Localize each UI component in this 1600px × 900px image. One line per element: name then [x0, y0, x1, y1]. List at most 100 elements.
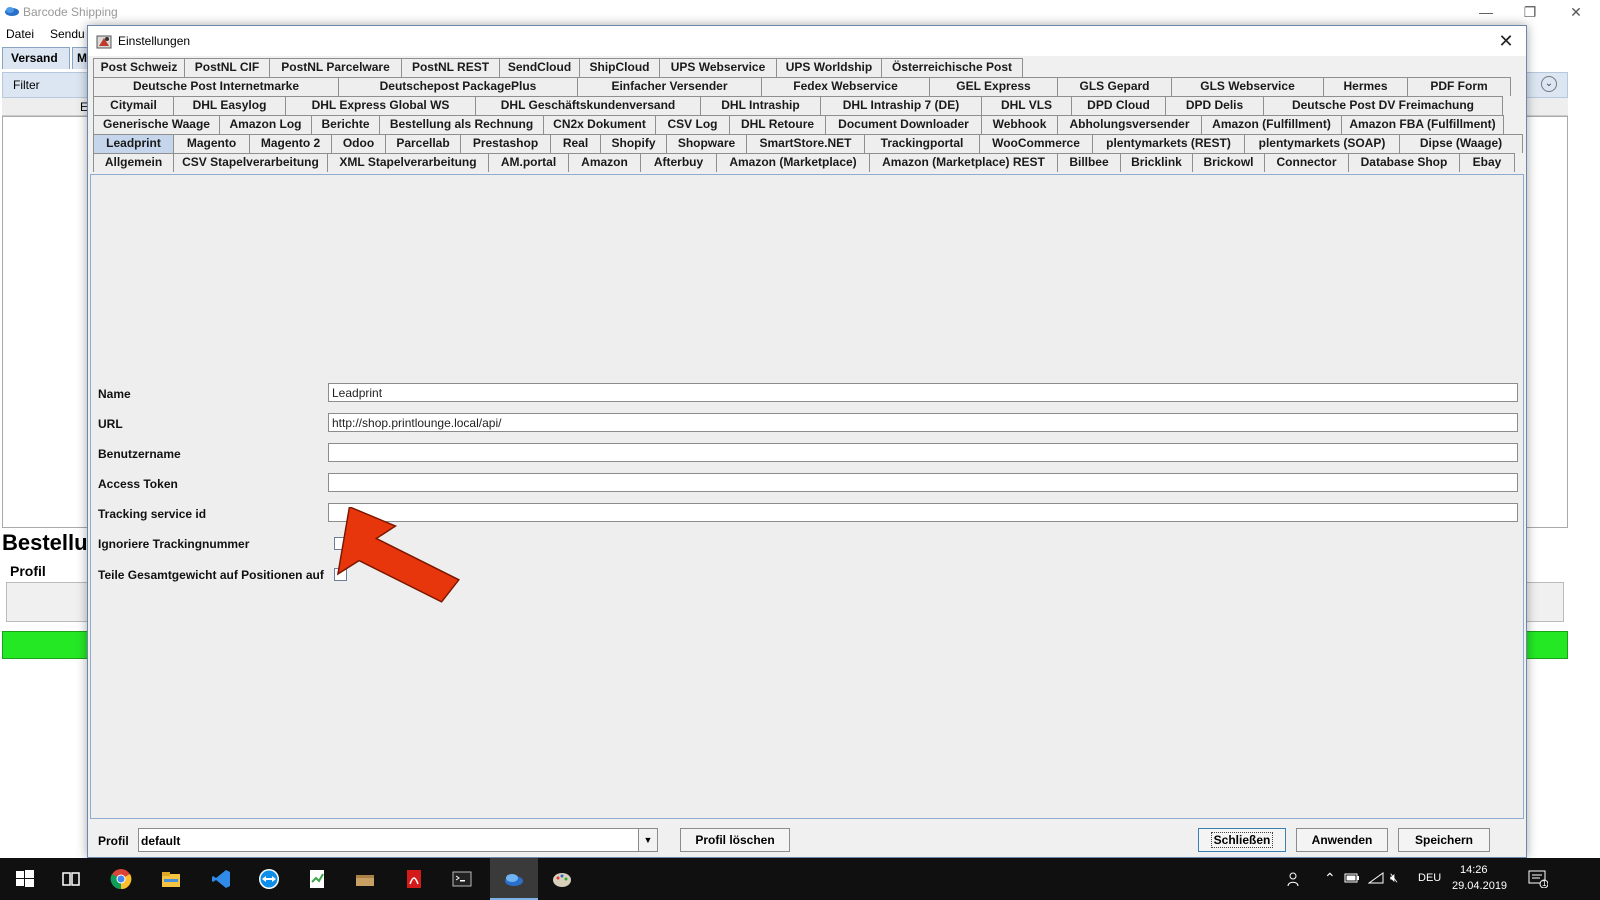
windows-start-icon[interactable]: [14, 868, 36, 890]
tab-dipse-waage[interactable]: Dipse (Waage): [1399, 134, 1523, 153]
tab-parcellab[interactable]: Parcellab: [385, 134, 460, 153]
tab-dpd-cloud[interactable]: DPD Cloud: [1071, 96, 1165, 115]
wifi-icon[interactable]: [1368, 871, 1384, 885]
tab-amazon[interactable]: Amazon: [568, 153, 640, 172]
tab-shopify[interactable]: Shopify: [600, 134, 666, 153]
schliessen-button[interactable]: Schließen: [1198, 828, 1286, 852]
profil-loeschen-button[interactable]: Profil löschen: [680, 828, 790, 852]
tab-magento[interactable]: Magento: [173, 134, 249, 153]
tab-billbee[interactable]: Billbee: [1057, 153, 1120, 172]
tab-dhl-easylog[interactable]: DHL Easylog: [173, 96, 285, 115]
tab-ebay[interactable]: Ebay: [1459, 153, 1515, 172]
tab-pdf-form[interactable]: PDF Form: [1407, 77, 1511, 96]
chevron-down-icon[interactable]: ▼: [638, 829, 657, 851]
tab-plentymarkets-rest[interactable]: plentymarkets (REST): [1092, 134, 1244, 153]
tab-fedex-webservice[interactable]: Fedex Webservice: [761, 77, 929, 96]
tab-amazon-fba-fulfillment[interactable]: Amazon FBA (Fulfillment): [1341, 115, 1504, 134]
tab-versand[interactable]: Versand: [2, 47, 70, 69]
package-icon[interactable]: [354, 868, 376, 890]
tab-abholungsversender[interactable]: Abholungsversender: [1057, 115, 1201, 134]
tab-amazon-fulfillment[interactable]: Amazon (Fulfillment): [1201, 115, 1341, 134]
menu-sendungen[interactable]: Sendu: [50, 27, 85, 41]
paint-icon[interactable]: [551, 868, 573, 890]
tab-trackingportal[interactable]: Trackingportal: [864, 134, 979, 153]
name-field[interactable]: [328, 383, 1518, 402]
notepad-icon[interactable]: [306, 868, 328, 890]
tab-woocommerce[interactable]: WooCommerce: [979, 134, 1092, 153]
tab-gls-webservice[interactable]: GLS Webservice: [1171, 77, 1323, 96]
tab-dhl-retoure[interactable]: DHL Retoure: [729, 115, 825, 134]
access-token-field[interactable]: [328, 473, 1518, 492]
tab-deutsche-post-internetmarke[interactable]: Deutsche Post Internetmarke: [93, 77, 338, 96]
tab-real[interactable]: Real: [550, 134, 600, 153]
tab-gel-express[interactable]: GEL Express: [929, 77, 1057, 96]
tab-postnl-rest[interactable]: PostNL REST: [401, 58, 499, 77]
speaker-muted-icon[interactable]: 🔇︎: [1390, 870, 1398, 886]
vscode-icon[interactable]: [210, 868, 232, 890]
tab-generische-waage[interactable]: Generische Waage: [93, 115, 219, 134]
tab-ups-webservice[interactable]: UPS Webservice: [659, 58, 776, 77]
chevron-double-down-icon[interactable]: ⌄: [1541, 76, 1557, 92]
tab-leadprint[interactable]: Leadprint: [93, 134, 173, 153]
url-field[interactable]: [328, 413, 1518, 432]
tab-gls-gepard[interactable]: GLS Gepard: [1057, 77, 1171, 96]
tab-bricklink[interactable]: Bricklink: [1120, 153, 1192, 172]
tab-csv-log[interactable]: CSV Log: [655, 115, 729, 134]
profil-dropdown[interactable]: default ▼: [138, 828, 658, 852]
pdf-reader-icon[interactable]: [403, 868, 425, 890]
tab-deutschepost-packageplus[interactable]: Deutschepost PackagePlus: [338, 77, 577, 96]
tab-dhl-geschaeftskundenversand[interactable]: DHL Geschäftskundenversand: [475, 96, 700, 115]
clock-time[interactable]: 14:26: [1460, 864, 1488, 876]
task-view-icon[interactable]: [60, 868, 82, 890]
dialog-close-button[interactable]: ✕: [1492, 29, 1520, 53]
tab-hermes[interactable]: Hermes: [1323, 77, 1407, 96]
tab-dhl-express-global-ws[interactable]: DHL Express Global WS: [285, 96, 475, 115]
tab-afterbuy[interactable]: Afterbuy: [640, 153, 716, 172]
tab-post-schweiz[interactable]: Post Schweiz: [93, 58, 184, 77]
tab-allgemein[interactable]: Allgemein: [93, 153, 173, 172]
tab-csv-stapelverarbeitung[interactable]: CSV Stapelverarbeitung: [173, 153, 327, 172]
tracking-service-id-field[interactable]: [328, 503, 1518, 522]
tab-cn2x-dokument[interactable]: CN2x Dokument: [543, 115, 655, 134]
tab-ups-worldship[interactable]: UPS Worldship: [776, 58, 881, 77]
tab-dhl-intraship-7-de[interactable]: DHL Intraship 7 (DE): [820, 96, 981, 115]
tab-connector[interactable]: Connector: [1264, 153, 1348, 172]
tab-amazon-log[interactable]: Amazon Log: [219, 115, 311, 134]
tab-berichte[interactable]: Berichte: [311, 115, 379, 134]
tab-dhl-vls[interactable]: DHL VLS: [981, 96, 1071, 115]
restore-button[interactable]: ❐: [1510, 2, 1550, 22]
language-indicator[interactable]: DEU: [1418, 872, 1441, 884]
people-icon[interactable]: [1286, 870, 1304, 888]
tab-prestashop[interactable]: Prestashop: [460, 134, 550, 153]
tab-deutsche-post-dv-freimachung[interactable]: Deutsche Post DV Freimachung: [1263, 96, 1503, 115]
tab-database-shop[interactable]: Database Shop: [1348, 153, 1459, 172]
tab-document-downloader[interactable]: Document Downloader: [825, 115, 981, 134]
tab-dhl-intraship[interactable]: DHL Intraship: [700, 96, 820, 115]
tab-brickowl[interactable]: Brickowl: [1192, 153, 1264, 172]
tab-amazon-marketplace[interactable]: Amazon (Marketplace): [716, 153, 869, 172]
tab-smartstore-net[interactable]: SmartStore.NET: [746, 134, 864, 153]
tab-magento-2[interactable]: Magento 2: [249, 134, 331, 153]
teamviewer-icon[interactable]: [258, 868, 280, 890]
tab-shipcloud[interactable]: ShipCloud: [579, 58, 659, 77]
tab-citymail[interactable]: Citymail: [93, 96, 173, 115]
anwenden-button[interactable]: Anwenden: [1296, 828, 1388, 852]
tab-webhook[interactable]: Webhook: [981, 115, 1057, 134]
menu-datei[interactable]: Datei: [6, 27, 34, 41]
file-explorer-icon[interactable]: [160, 868, 182, 890]
tab-postnl-cif[interactable]: PostNL CIF: [184, 58, 269, 77]
close-window-button[interactable]: ✕: [1556, 2, 1596, 22]
tab-shopware[interactable]: Shopware: [666, 134, 746, 153]
barcode-shipping-icon[interactable]: [503, 868, 525, 890]
tab-sendcloud[interactable]: SendCloud: [499, 58, 579, 77]
tab-einfacher-versender[interactable]: Einfacher Versender: [577, 77, 761, 96]
tab-bestellung-als-rechnung[interactable]: Bestellung als Rechnung: [379, 115, 543, 134]
benutzername-field[interactable]: [328, 443, 1518, 462]
tab-odoo[interactable]: Odoo: [331, 134, 385, 153]
tab-oesterreichische-post[interactable]: Österreichische Post: [881, 58, 1023, 77]
tab-plentymarkets-soap[interactable]: plentymarkets (SOAP): [1244, 134, 1399, 153]
battery-icon[interactable]: [1344, 872, 1360, 884]
tab-amazon-marketplace-rest[interactable]: Amazon (Marketplace) REST: [869, 153, 1057, 172]
minimize-button[interactable]: —: [1466, 2, 1506, 22]
clock-date[interactable]: 29.04.2019: [1452, 880, 1507, 892]
